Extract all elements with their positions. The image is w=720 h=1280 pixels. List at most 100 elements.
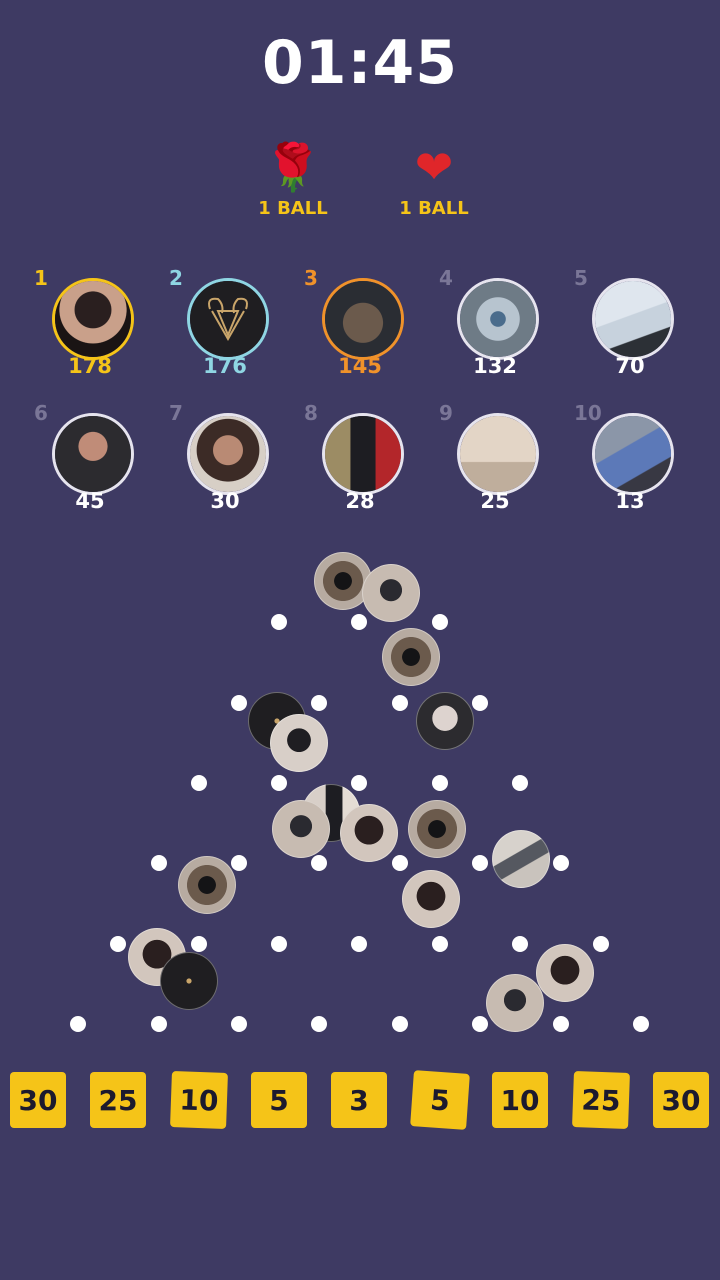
score-bucket: 10 [170,1071,228,1129]
board-peg [392,1016,408,1032]
board-peg [432,775,448,791]
player-avatar [592,278,674,360]
board-peg [351,936,367,952]
board-peg [271,614,287,630]
heart-icon: ❤ [414,140,454,194]
player-score: 45 [75,489,105,513]
player-score: 145 [338,354,382,378]
board-peg [553,1016,569,1032]
player-rank: 9 [439,401,453,425]
player-rank: 7 [169,401,183,425]
rose-gift-label: 1 BALL [258,198,328,219]
score-bucket: 3 [331,1072,387,1128]
avatar-ball [402,870,460,928]
board-peg [151,855,167,871]
board-peg [151,1016,167,1032]
leaderboard-player-7: 7 30 [169,401,285,521]
leaderboard-player-5: 5 70 [574,266,690,386]
countdown-timer: 01:45 [262,28,458,98]
player-avatar [187,278,269,360]
board-peg [432,936,448,952]
player-rank: 6 [34,401,48,425]
board-peg [392,855,408,871]
player-score: 176 [203,354,247,378]
player-avatar [592,413,674,495]
player-score: 28 [345,489,375,513]
player-avatar [457,278,539,360]
board-peg [512,775,528,791]
avatar-ball [416,692,474,750]
board-peg [231,1016,247,1032]
board-peg [311,855,327,871]
score-bucket: 25 [572,1071,630,1129]
score-bucket: 10 [492,1072,548,1128]
rose-icon: 🌹 [264,140,322,194]
board-peg [191,775,207,791]
rose-gift: 🌹 1 BALL [223,138,363,219]
score-bucket: 5 [410,1070,470,1130]
board-peg [231,695,247,711]
board-peg [472,855,488,871]
player-rank: 3 [304,266,318,290]
board-peg [110,936,126,952]
score-bucket: 30 [10,1072,66,1128]
player-score: 70 [615,354,645,378]
avatar-ball [492,830,550,888]
board-peg [191,936,207,952]
board-peg [271,936,287,952]
board-peg [432,614,448,630]
avatar-ball [382,628,440,686]
board-peg [472,695,488,711]
board-peg [553,855,569,871]
board-peg [633,1016,649,1032]
player-rank: 2 [169,266,183,290]
board-peg [351,775,367,791]
leaderboard-player-3: 3 145 [304,266,420,386]
avatar-ball [160,952,218,1010]
player-avatar [322,413,404,495]
leaderboard-player-9: 9 25 [439,401,555,521]
board-peg [351,614,367,630]
board-peg [392,695,408,711]
heart-gift-label: 1 BALL [399,198,469,219]
board-peg [70,1016,86,1032]
leaderboard-player-2: 2 176 [169,266,285,386]
leaderboard-player-8: 8 28 [304,401,420,521]
player-rank: 5 [574,266,588,290]
player-avatar [457,413,539,495]
score-bucket: 5 [251,1072,307,1128]
player-avatar [187,413,269,495]
player-rank: 8 [304,401,318,425]
player-score: 132 [473,354,517,378]
board-peg [231,855,247,871]
player-score: 30 [210,489,240,513]
avatar-ball [408,800,466,858]
leaderboard-player-6: 6 45 [34,401,150,521]
score-bucket: 30 [653,1072,709,1128]
ram-logo-icon [208,297,248,342]
player-score: 13 [615,489,645,513]
leaderboard-player-4: 4 132 [439,266,555,386]
board-peg [271,775,287,791]
leaderboard-player-1: 1 178 [34,266,150,386]
avatar-ball [536,944,594,1002]
leaderboard-player-10: 10 13 [574,401,690,521]
avatar-ball [178,856,236,914]
heart-gift: ❤ 1 BALL [364,138,504,219]
score-bucket: 25 [90,1072,146,1128]
board-peg [593,936,609,952]
avatar-ball [486,974,544,1032]
player-rank: 1 [34,266,48,290]
avatar-ball [270,714,328,772]
board-peg [472,1016,488,1032]
board-peg [311,695,327,711]
player-avatar [322,278,404,360]
player-avatar [52,413,134,495]
player-rank: 4 [439,266,453,290]
board-peg [512,936,528,952]
avatar-ball [340,804,398,862]
avatar-ball [362,564,420,622]
avatar-ball [272,800,330,858]
player-score: 25 [480,489,510,513]
player-score: 178 [68,354,112,378]
